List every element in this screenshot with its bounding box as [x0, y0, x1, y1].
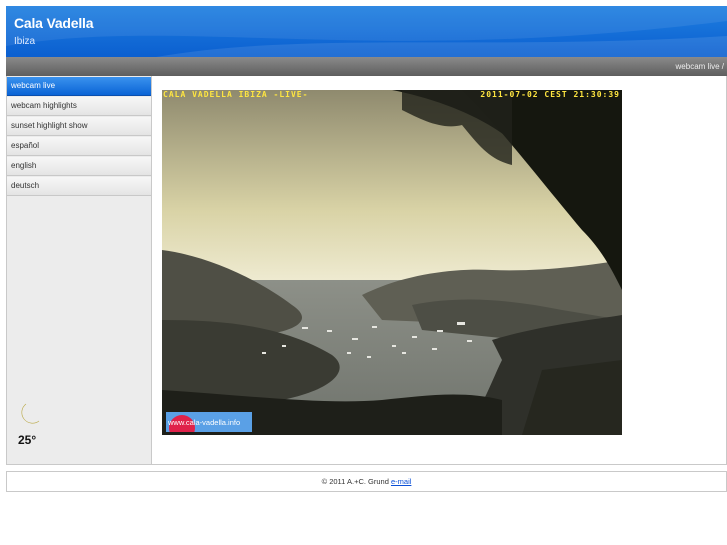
- webcam-image: CALA VADELLA IBIZA -LIVE- 2011-07-02 CES…: [162, 90, 622, 435]
- footer-copyright: © 2011 A.+C. Grund: [321, 477, 389, 486]
- header-swoosh-decoration: [6, 6, 727, 57]
- sidebar-item-sunset-highlight-show[interactable]: sunset highlight show: [7, 117, 151, 136]
- webcam-watermark-text: www.cala-vadella.info: [168, 418, 241, 427]
- weather-temperature: 25°: [18, 433, 37, 447]
- site-header: Cala Vadella Ibiza: [6, 6, 727, 57]
- site-subtitle: Ibiza: [14, 36, 36, 47]
- webcam-title-overlay: CALA VADELLA IBIZA -LIVE-: [163, 90, 309, 99]
- breadcrumb-bar: webcam live /: [6, 57, 727, 76]
- webcam-timestamp-overlay: 2011-07-02 CEST 21:30:39: [480, 90, 620, 99]
- content-frame: webcam live webcam highlights sunset hig…: [6, 76, 727, 465]
- breadcrumb[interactable]: webcam live /: [676, 62, 724, 71]
- footer: © 2011 A.+C. Grund e-mail: [6, 471, 727, 492]
- sidebar-item-espanol[interactable]: español: [7, 137, 151, 156]
- weather-widget: 25°: [17, 402, 43, 447]
- footer-email-link[interactable]: e-mail: [391, 477, 411, 486]
- sidebar-item-english[interactable]: english: [7, 157, 151, 176]
- webcam-watermark: www.cala-vadella.info: [166, 412, 252, 432]
- site-title[interactable]: Cala Vadella: [14, 15, 94, 31]
- sidebar-item-deutsch[interactable]: deutsch: [7, 177, 151, 196]
- webcam-scene: [162, 90, 622, 435]
- sidebar: webcam live webcam highlights sunset hig…: [7, 76, 152, 464]
- crescent-moon-icon: [21, 403, 40, 424]
- sidebar-item-webcam-live[interactable]: webcam live: [7, 77, 151, 96]
- sidebar-item-webcam-highlights[interactable]: webcam highlights: [7, 97, 151, 116]
